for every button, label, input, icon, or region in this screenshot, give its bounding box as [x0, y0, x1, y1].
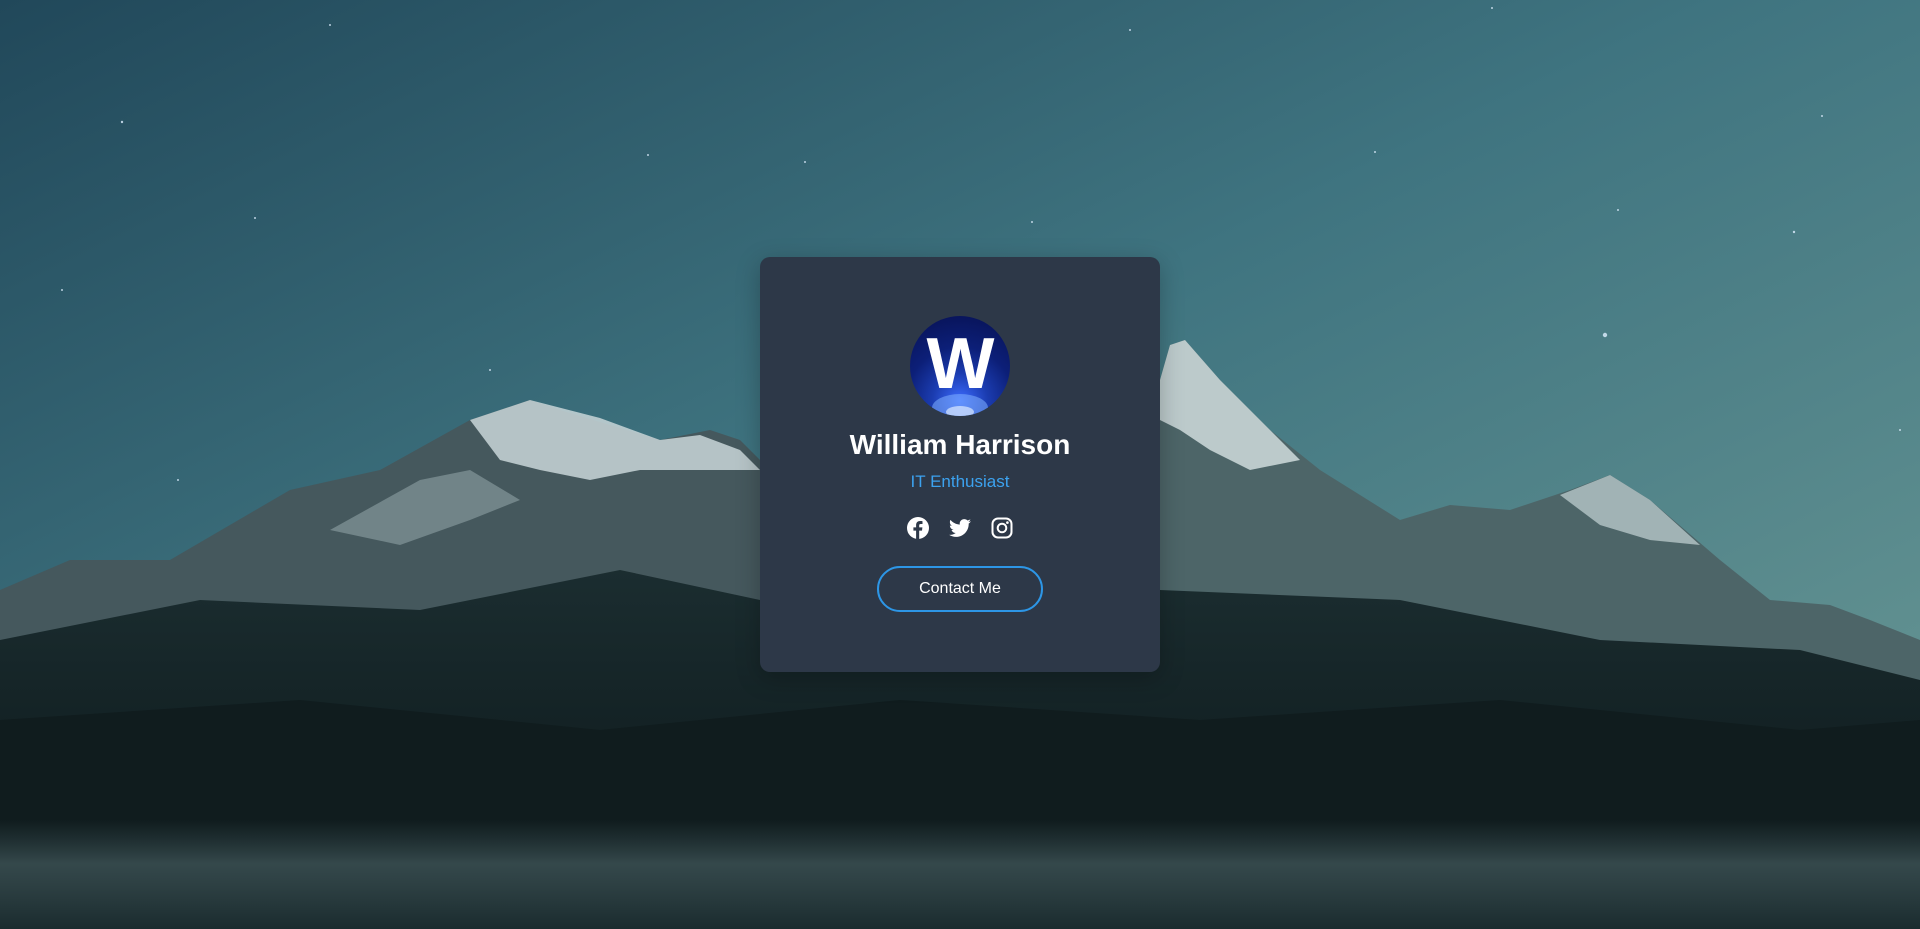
contact-me-button[interactable]: Contact Me [877, 566, 1043, 612]
facebook-icon[interactable] [906, 516, 930, 540]
profile-name: William Harrison [849, 429, 1071, 460]
profile-card: W William Harrison IT Enthusiast Contact… [760, 257, 1160, 672]
instagram-icon[interactable] [990, 516, 1014, 540]
social-links [760, 516, 1160, 540]
avatar-letter: W [926, 324, 995, 404]
avatar: W [910, 316, 1010, 416]
twitter-icon[interactable] [948, 516, 972, 540]
profile-title: IT Enthusiast [910, 472, 1010, 491]
